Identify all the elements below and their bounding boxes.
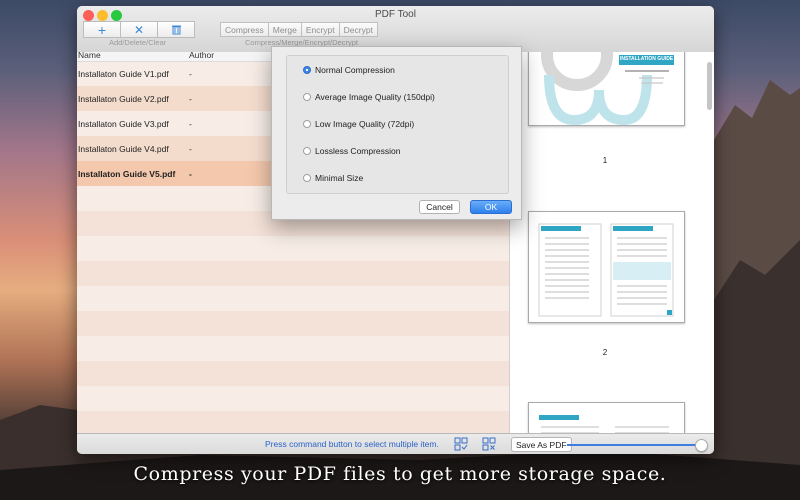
cancel-button[interactable]: Cancel [419, 200, 460, 214]
trash-icon [171, 25, 181, 35]
deselect-all-icon[interactable] [482, 437, 496, 451]
segment-compress[interactable]: Compress [220, 22, 269, 37]
zoom-slider-fill [567, 444, 701, 446]
radio-button[interactable] [303, 66, 311, 74]
cover-title: INSTALLATION GUIDE [620, 56, 674, 62]
radio-label: Average Image Quality (150dpi) [315, 92, 435, 102]
file-name: Installaton Guide V3.pdf [78, 119, 169, 129]
compression-options-dialog: Normal Compression Average Image Quality… [271, 46, 522, 220]
save-as-pdf-button[interactable]: Save As PDF [511, 437, 572, 452]
radio-low-image-quality[interactable]: Low Image Quality (72dpi) [303, 119, 414, 129]
clear-button[interactable] [157, 21, 195, 38]
ok-button[interactable]: OK [470, 200, 512, 214]
radio-label: Minimal Size [315, 173, 364, 183]
page-3-art [539, 415, 669, 433]
segment-decrypt[interactable]: Decrypt [338, 22, 378, 37]
radio-label: Low Image Quality (72dpi) [315, 119, 415, 129]
file-name: Installaton Guide V5.pdf [78, 169, 176, 179]
compression-options-group: Normal Compression Average Image Quality… [286, 55, 509, 194]
radio-button[interactable] [303, 174, 311, 182]
radio-minimal-size[interactable]: Minimal Size [303, 173, 363, 183]
add-delete-clear-group: + ✕ [83, 21, 195, 38]
radio-button[interactable] [303, 93, 311, 101]
cover-art [541, 52, 674, 125]
zoom-slider[interactable] [567, 439, 708, 452]
segment-encrypt[interactable]: Encrypt [300, 22, 340, 37]
add-delete-clear-label: Add/Delete/Clear [109, 38, 167, 47]
radio-label: Normal Compression [315, 65, 395, 75]
radio-average-image-quality[interactable]: Average Image Quality (150dpi) [303, 92, 435, 102]
page-number: 1 [602, 156, 608, 165]
window-title: PDF Tool [375, 9, 416, 20]
file-name: Installaton Guide V4.pdf [78, 144, 169, 154]
preview-page-2[interactable] [528, 211, 685, 323]
delete-button[interactable]: ✕ [120, 21, 158, 38]
plus-icon: + [97, 21, 107, 38]
file-author: - [189, 119, 192, 129]
add-button[interactable]: + [83, 21, 121, 38]
page-number: 2 [602, 348, 608, 357]
file-name: Installaton Guide V1.pdf [78, 69, 169, 79]
x-icon: ✕ [133, 22, 145, 37]
select-all-icon[interactable] [454, 437, 468, 451]
file-name: Installaton Guide V2.pdf [78, 94, 169, 104]
preview-page-3[interactable] [528, 402, 685, 433]
bottom-toolbar: Press command button to select multiple … [77, 433, 714, 454]
radio-normal-compression[interactable]: Normal Compression [303, 65, 395, 75]
radio-button[interactable] [303, 147, 311, 155]
radio-label: Lossless Compression [315, 146, 401, 156]
file-author: - [189, 169, 192, 179]
column-author[interactable]: Author [189, 52, 214, 60]
column-name[interactable]: Name [78, 52, 101, 60]
file-author: - [189, 144, 192, 154]
preview-page-1[interactable]: INSTALLATION GUIDE [528, 52, 685, 126]
mode-segmented-control: Compress Merge Encrypt Decrypt [220, 22, 378, 37]
promo-caption: Compress your PDF files to get more stor… [133, 463, 667, 485]
empty-rows-area [77, 186, 509, 433]
preview-scrollbar[interactable] [707, 62, 712, 110]
toc-page-art [538, 223, 674, 317]
multi-select-hint: Press command button to select multiple … [265, 439, 439, 449]
segment-merge[interactable]: Merge [267, 22, 302, 37]
file-author: - [189, 94, 192, 104]
radio-lossless-compression[interactable]: Lossless Compression [303, 146, 401, 156]
file-author: - [189, 69, 192, 79]
radio-button[interactable] [303, 120, 311, 128]
zoom-slider-knob[interactable] [694, 439, 708, 452]
page-preview-pane: INSTALLATION GUIDE 1 2 [509, 52, 714, 433]
